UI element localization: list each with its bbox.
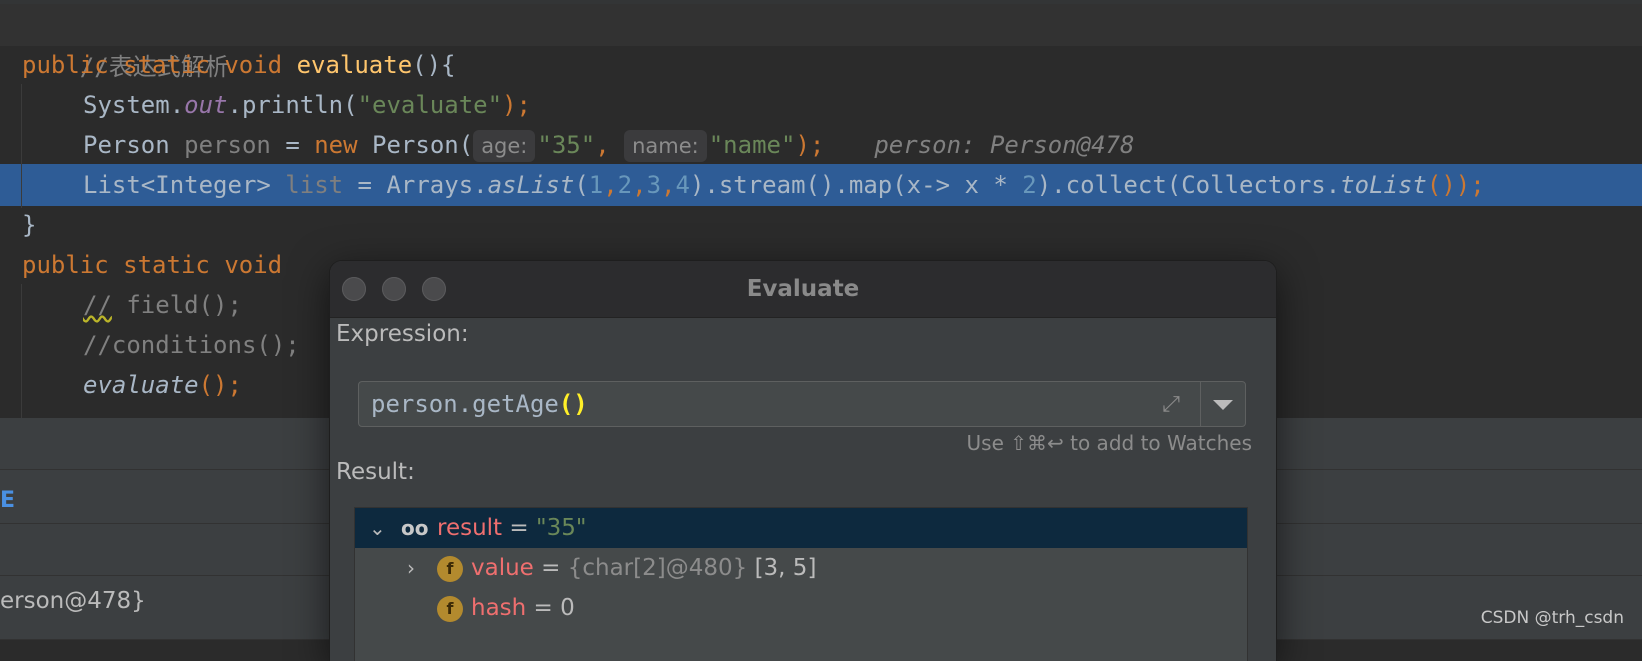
dialog-title: Evaluate	[746, 276, 860, 302]
code-punct: ,	[595, 131, 610, 159]
tree-item-object-id: {char[2]@480}	[567, 555, 748, 581]
param-hint-name: name:	[624, 130, 707, 162]
tree-item-eq: =	[533, 555, 568, 581]
number-literal: 3	[646, 171, 662, 199]
glasses-icon: oo	[401, 516, 429, 540]
keyword-void: void	[224, 251, 283, 279]
chevron-down-icon[interactable]: ⌄	[369, 508, 386, 548]
expression-text[interactable]: person.getAge()	[371, 382, 588, 426]
expand-icon[interactable]: ⤢	[1157, 391, 1185, 419]
code-line-comment[interactable]: //表达式解析	[0, 4, 1642, 81]
code-line-person[interactable]: Person person = new Person(age: "35", nam…	[0, 124, 1642, 166]
type-name: List<Integer>	[83, 171, 271, 199]
panel-tool-icon[interactable]: E	[0, 488, 15, 513]
static-method: toList	[1340, 171, 1427, 199]
code-punct: );	[502, 91, 531, 119]
tree-row-value[interactable]: › f value = {char[2]@480} [3, 5]	[355, 548, 1247, 588]
code-punct: (){	[412, 51, 456, 79]
keyword-new: new	[314, 131, 358, 159]
code-punct: );	[795, 131, 825, 159]
number-literal: 2	[617, 171, 633, 199]
keyword-static: static	[123, 51, 210, 79]
string-literal: "35"	[537, 131, 596, 159]
tree-item-value: "35"	[535, 515, 587, 541]
tree-item-eq: =	[502, 515, 536, 541]
string-literal: "evaluate"	[357, 91, 503, 119]
keyword-public: public	[22, 51, 109, 79]
indent-guide	[21, 84, 22, 208]
tree-row-hash[interactable]: f hash = 0	[355, 588, 1247, 628]
keyword-static: static	[123, 251, 210, 279]
code-text: ).collect(Collectors.	[1036, 171, 1341, 199]
keyword-public: public	[22, 251, 109, 279]
tree-item-value: [3, 5]	[747, 555, 817, 581]
string-literal: "name"	[708, 131, 796, 159]
keyword-void: void	[224, 51, 283, 79]
code-punct: }	[22, 211, 37, 239]
operator: =	[357, 171, 372, 199]
variable-name: list	[285, 171, 344, 199]
field-icon: f	[437, 556, 463, 582]
code-punct: ();	[198, 371, 242, 399]
inline-debug-value: person: Person@478	[874, 131, 1135, 159]
number-literal: 1	[588, 171, 604, 199]
expression-parens: ()	[558, 390, 588, 418]
add-to-watches-hint: Use ⇧⌘↩ to add to Watches	[966, 431, 1252, 455]
comment-marker: //	[83, 291, 112, 319]
type-name: Person	[83, 131, 170, 159]
param-hint-age: age:	[473, 130, 536, 162]
result-tree[interactable]: ⌄ oo result = "35" › f value = {char[2]@…	[354, 507, 1248, 661]
code-text: Arrays.	[386, 171, 488, 199]
comment-text: field();	[111, 291, 242, 319]
expression-label: Expression:	[336, 321, 469, 347]
tree-item-name: value	[471, 555, 534, 581]
variable-value-text: erson@478}	[0, 588, 146, 614]
number-literal: 4	[675, 171, 690, 199]
expression-input[interactable]: person.getAge() ⤢	[358, 381, 1246, 427]
code-line-println[interactable]: System.out.println("evaluate");	[0, 84, 1642, 126]
code-text: System.	[83, 91, 185, 119]
evaluate-dialog: Evaluate Expression: person.getAge() ⤢ U…	[330, 261, 1276, 661]
tree-item-eq: =	[526, 595, 561, 621]
static-field: out	[184, 91, 228, 119]
comment-text: //conditions();	[83, 331, 300, 359]
result-label: Result:	[336, 459, 415, 485]
dropdown-separator	[1200, 382, 1201, 426]
code-text: .println(	[227, 91, 358, 119]
method-name: evaluate	[296, 51, 413, 79]
code-punct: ());	[1426, 171, 1485, 199]
variable-name: person	[184, 131, 271, 159]
expression-value: person.getAge	[371, 390, 559, 418]
tree-item-value: 0	[560, 595, 575, 621]
code-punct: (	[574, 171, 589, 199]
dialog-titlebar[interactable]: Evaluate	[330, 261, 1276, 318]
method-call: evaluate	[83, 371, 199, 399]
code-text: ).stream().map(x-> x *	[689, 171, 1023, 199]
watermark: CSDN @trh_csdn	[1480, 608, 1624, 628]
tree-row-result[interactable]: ⌄ oo result = "35"	[355, 508, 1247, 548]
code-line-close-brace[interactable]: }	[0, 204, 1642, 246]
number-literal: 2	[1022, 171, 1037, 199]
static-method: asList	[487, 171, 575, 199]
code-line-current-execution[interactable]: List<Integer> list = Arrays.asList(1,2,3…	[0, 164, 1642, 206]
chevron-right-icon[interactable]: ›	[407, 548, 415, 588]
operator: =	[285, 131, 300, 159]
field-icon: f	[437, 596, 463, 622]
code-line-evaluate-decl[interactable]: public static void evaluate(){	[0, 44, 1642, 86]
tree-item-name: hash	[471, 595, 527, 621]
constructor-call: Person(	[372, 131, 474, 159]
history-dropdown-icon[interactable]	[1213, 400, 1233, 410]
indent-guide	[21, 284, 22, 418]
tree-item-name: result	[437, 515, 503, 541]
